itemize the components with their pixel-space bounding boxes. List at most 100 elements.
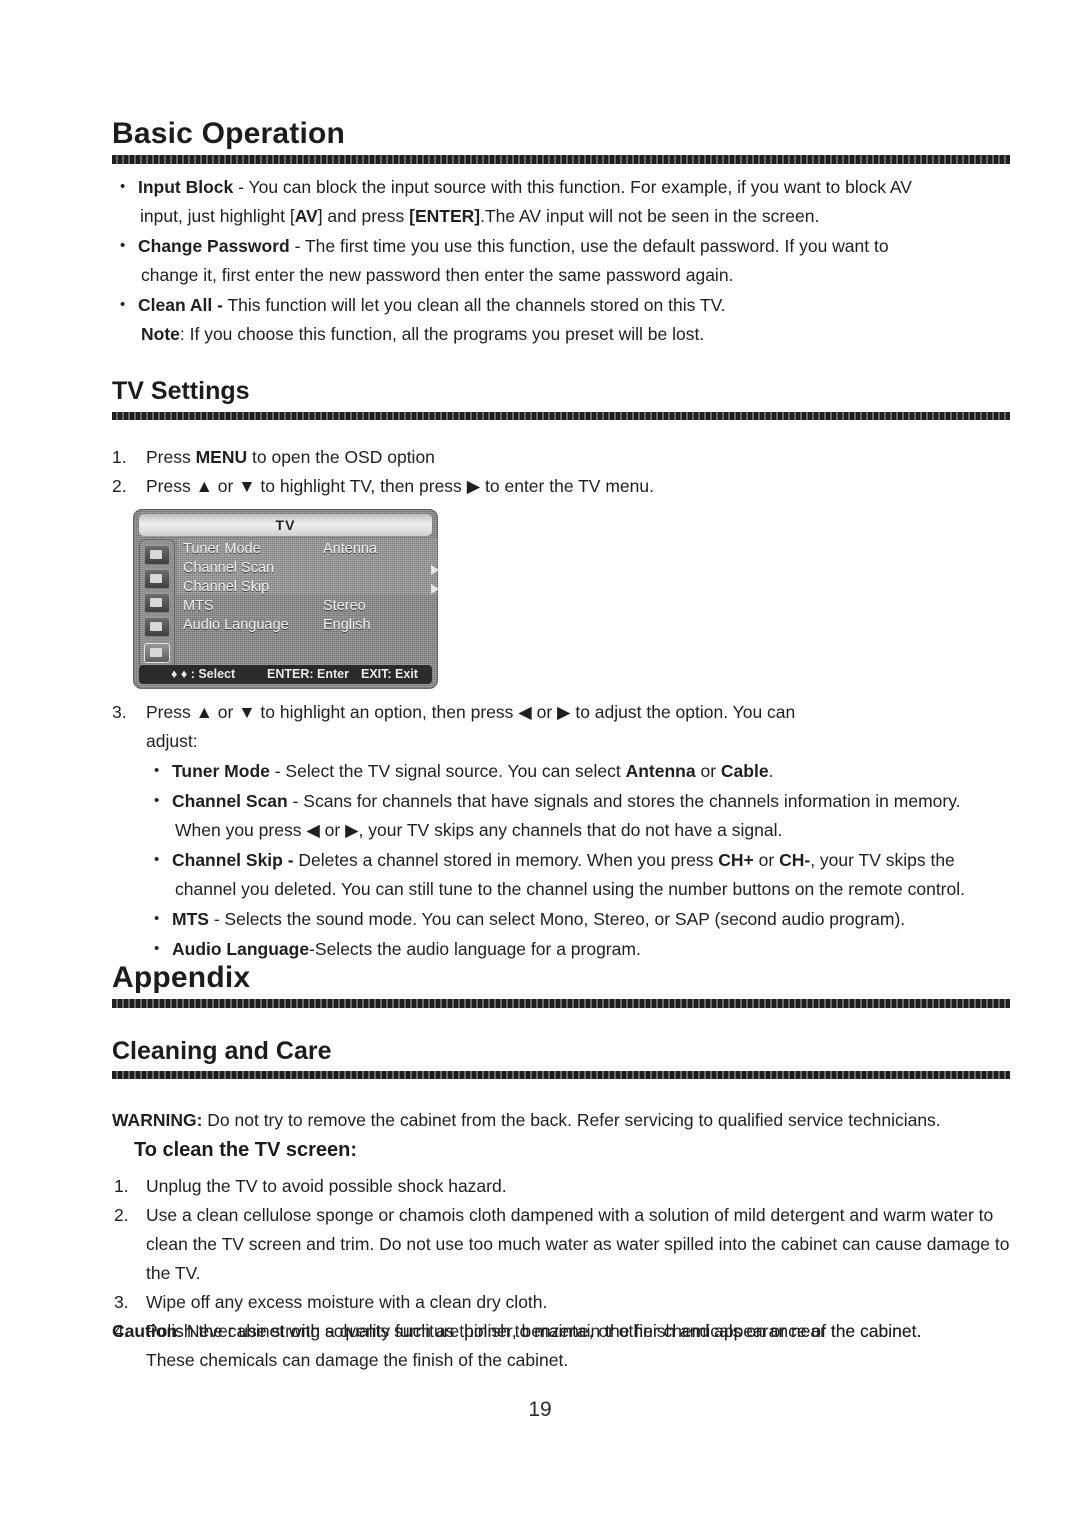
list-item: MTS - Selects the sound mode. You can se… <box>146 904 1014 934</box>
list-item: Input Block - You can block the input so… <box>112 172 1010 231</box>
step-number: 1. <box>114 1176 129 1196</box>
osd-row-channel-scan[interactable]: Channel Scan <box>183 560 438 578</box>
arrow-left-icon: ◀ <box>518 702 532 722</box>
osd-row-audio-language[interactable]: Audio Language English <box>183 617 432 635</box>
value-antenna: Antenna <box>625 761 696 781</box>
arrow-right-icon: ▶ <box>345 820 359 840</box>
osd-row-mts[interactable]: MTS Stereo <box>183 598 432 616</box>
step-text: Unplug the TV to avoid possible shock ha… <box>146 1176 507 1196</box>
step-text: Press <box>146 476 196 496</box>
osd-row-label: Channel Scan <box>183 560 275 576</box>
list-item: 3. Press ▲ or ▼ to highlight an option, … <box>112 698 1010 756</box>
bullet-text-3: ] and press <box>317 206 410 226</box>
option-text-2: or <box>753 850 780 870</box>
step-text: Press <box>146 447 196 467</box>
bullet-text-2: change it, first enter the new password … <box>141 265 734 285</box>
bullet-text: This function will let you clean all the… <box>222 295 726 315</box>
bullet-text-2: input, just highlight [ <box>140 206 295 226</box>
osd-row-label: MTS <box>183 598 214 614</box>
clean-screen-subheading: To clean the TV screen: <box>134 1139 357 1162</box>
option-text-4: , your TV skips any channels that do not… <box>358 820 783 840</box>
list-item: Change Password - The first time you use… <box>112 231 1010 290</box>
list-item: 1. Unplug the TV to avoid possible shock… <box>112 1172 1010 1201</box>
lock-icon[interactable] <box>144 617 170 637</box>
bullet-text: - You can block the input source with th… <box>233 177 912 197</box>
osd-hint-enter: ENTER: Enter <box>267 667 349 681</box>
step-text-4: or <box>531 702 558 722</box>
step-number: 1. <box>112 447 127 467</box>
osd-row-value: Antenna <box>323 541 378 557</box>
step-text: Use a clean cellulose sponge or chamois … <box>146 1205 1010 1283</box>
step-text-6: adjust: <box>146 731 198 751</box>
osd-row-channel-skip[interactable]: Channel Skip <box>183 579 438 597</box>
step-text-5: to adjust the option. You can <box>570 702 796 722</box>
step-number: 3. <box>114 1292 129 1312</box>
osd-row-list: Tuner Mode Antenna Channel Scan Channel … <box>183 541 438 635</box>
picture-icon[interactable] <box>144 545 170 565</box>
tv-osd-menu: TV Tuner Mode Antenna Channel Scan Chann… <box>133 509 438 689</box>
list-item: Channel Scan - Scans for channels that h… <box>146 786 1014 845</box>
step-text-3: to highlight an option, then press <box>255 702 519 722</box>
option-text: -Selects the audio language for a progra… <box>309 939 641 959</box>
option-text-4: channel you deleted. You can still tune … <box>175 879 965 899</box>
caution-label: Caution <box>112 1321 178 1341</box>
osd-icon-sidebar <box>139 539 175 669</box>
osd-row-label: Tuner Mode <box>183 541 261 557</box>
term-mts: MTS <box>172 909 209 929</box>
step-number: 2. <box>114 1205 129 1225</box>
caution-text-2: These chemicals can damage the finish of… <box>146 1350 569 1370</box>
list-item: Audio Language-Selects the audio languag… <box>146 934 1014 964</box>
osd-row-label: Audio Language <box>183 617 289 633</box>
key-enter: [ENTER] <box>409 206 481 226</box>
step-text-2: or <box>212 476 239 496</box>
tv-settings-steps: 1. Press MENU to open the OSD option 2. … <box>112 443 1010 501</box>
option-text-3: , your TV skips the <box>810 850 955 870</box>
arrow-up-icon: ▲ <box>195 702 213 722</box>
section-title: Cleaning and Care <box>112 1037 332 1065</box>
arrow-down-icon: ▼ <box>238 476 256 496</box>
heading-divider <box>112 999 1010 1008</box>
value-cable: Cable <box>720 761 769 781</box>
chevron-right-icon <box>431 584 438 594</box>
option-text-3: or <box>319 820 346 840</box>
list-item: 3. Wipe off any excess moisture with a c… <box>112 1288 1010 1317</box>
list-item: 1. Press MENU to open the OSD option <box>112 443 1010 472</box>
osd-row-tuner-mode[interactable]: Tuner Mode Antenna <box>183 541 432 559</box>
osd-row-label: Channel Skip <box>183 579 270 595</box>
list-item: Tuner Mode - Select the TV signal source… <box>146 756 1014 786</box>
osd-row-value: Stereo <box>323 598 366 614</box>
option-text: - Select the TV signal source. You can s… <box>269 761 626 781</box>
warning-text: Do not try to remove the cabinet from th… <box>202 1110 941 1130</box>
option-text: Deletes a channel stored in memory. When… <box>293 850 719 870</box>
sound-icon[interactable] <box>144 569 170 589</box>
setup-icon[interactable] <box>144 593 170 613</box>
arrow-down-icon: ▼ <box>238 702 256 722</box>
term-input-block: Input Block <box>138 177 234 197</box>
step-text-4: to enter the TV menu. <box>480 476 654 496</box>
option-text-2: or <box>695 761 721 781</box>
step-text-3: to highlight TV, then press <box>255 476 467 496</box>
tv-settings-heading: TV Settings <box>112 378 1012 405</box>
list-item: Clean All - This function will let you c… <box>112 290 1010 349</box>
page-number: 19 <box>528 1398 552 1421</box>
term-clean-all: Clean All - <box>138 295 223 315</box>
option-text-3: . <box>768 761 774 781</box>
option-text: - Scans for channels that have signals a… <box>287 791 961 811</box>
chevron-right-icon <box>431 565 438 575</box>
heading-divider <box>112 1071 1010 1079</box>
key-ch-minus: CH- <box>779 850 811 870</box>
arrow-right-icon: ▶ <box>466 476 481 496</box>
term-channel-skip: Channel Skip - <box>172 850 294 870</box>
term-audio-language: Audio Language <box>172 939 310 959</box>
arrow-right-icon: ▶ <box>557 702 571 722</box>
osd-hint-exit: EXIT: Exit <box>361 667 418 681</box>
osd-footer-bar: ♦ ♦ : Select ENTER: Enter EXIT: Exit <box>139 665 432 684</box>
tv-settings-step3: 3. Press ▲ or ▼ to highlight an option, … <box>112 698 1010 756</box>
tv-icon[interactable] <box>144 643 170 663</box>
osd-hint-select: ♦ ♦ : Select <box>171 667 236 681</box>
note-text: : If you choose this function, all the p… <box>179 324 705 344</box>
manual-page: Basic Operation Input Block - You can bl… <box>0 0 1080 1526</box>
term-change-password: Change Password <box>138 236 290 256</box>
step-number: 3. <box>112 702 127 722</box>
osd-row-value: English <box>323 617 371 633</box>
